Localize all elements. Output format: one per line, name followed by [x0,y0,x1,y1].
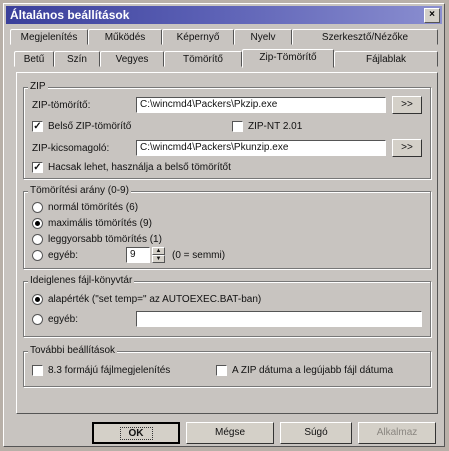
temp-group-legend: Ideiglenes fájl-könyvtár [28,275,135,286]
spin-up-icon[interactable]: ▲ [152,247,165,255]
ratio-normal-radio[interactable] [32,202,43,213]
tab-megjelenites[interactable]: Megjelenítés [10,29,88,45]
tab-kepernyo[interactable]: Képernyő [162,29,234,45]
temp-other-label: egyéb: [48,314,79,325]
tab-nyelv[interactable]: Nyelv [234,29,292,45]
tab-zip-tomorito[interactable]: Zip-Tömörítő [242,49,334,68]
close-button[interactable]: × [424,8,440,23]
zip-unpacker-field[interactable]: C:\wincmd4\Packers\Pkunzip.exe [136,140,386,156]
tab-szerkeszto-nezoke[interactable]: Szerkesztő/Nézőke [292,29,438,45]
tab-tomorito[interactable]: Tömörítő [164,51,242,67]
ratio-normal-label: normál tömörítés (6) [48,202,139,213]
zip-date-label: A ZIP dátuma a legújabb fájl dátuma [232,365,394,376]
zip-packer-browse-button[interactable]: >> [392,96,422,114]
window-title: Általános beállítások [10,8,130,22]
ratio-other-value[interactable]: 9 [126,247,150,263]
internal-zip-label: Belső ZIP-tömörítő [48,121,132,132]
zip-unpacker-browse-button[interactable]: >> [392,139,422,157]
tab-mukodes[interactable]: Működés [88,29,162,45]
ok-button-label: OK [119,427,153,440]
ratio-group-legend: Tömörítési arány (0-9) [28,185,131,196]
button-bar: OK Mégse Súgó Alkalmaz [16,418,438,446]
ratio-max-radio[interactable] [32,218,43,229]
ok-button[interactable]: OK [92,422,180,444]
ratio-max-label: maximális tömörítés (9) [48,218,152,229]
short-names-checkbox[interactable] [32,365,43,376]
ratio-spinner[interactable]: ▲ ▼ [152,247,165,263]
temp-other-field[interactable] [136,311,422,327]
ratio-fast-label: leggyorsabb tömörítés (1) [48,234,162,245]
tab-vegyes[interactable]: Vegyes [100,51,164,67]
zip-unpacker-label: ZIP-kicsomagoló: [32,143,110,154]
cancel-button[interactable]: Mégse [186,422,274,444]
tab-szin[interactable]: Szín [54,51,100,67]
help-button[interactable]: Súgó [280,422,352,444]
ratio-other-radio[interactable] [32,250,43,261]
tab-betu[interactable]: Betű [14,51,54,67]
temp-default-radio[interactable] [32,294,43,305]
zip-packer-label: ZIP-tömörítő: [32,100,91,111]
only-internal-checkbox[interactable]: ✓ [32,162,43,173]
zip-settings-panel: ZIP ZIP-tömörítő: C:\wincmd4\Packers\Pkz… [16,72,438,414]
temp-other-radio[interactable] [32,314,43,325]
internal-zip-checkbox[interactable]: ✓ [32,121,43,132]
more-group-legend: További beállítások [28,345,118,356]
zip-date-checkbox[interactable] [216,365,227,376]
ratio-fast-radio[interactable] [32,234,43,245]
more-group: További beállítások 8.3 formájú fájlmegj… [23,345,431,387]
zip-nt-checkbox[interactable] [232,121,243,132]
title-bar: Általános beállítások × [6,6,442,24]
spin-down-icon[interactable]: ▼ [152,255,165,263]
apply-button[interactable]: Alkalmaz [358,422,436,444]
ratio-other-label: egyéb: [48,250,79,261]
temp-group: Ideiglenes fájl-könyvtár alapérték ("set… [23,275,431,337]
tab-fajlablak[interactable]: Fájlablak [334,51,438,67]
temp-default-label: alapérték ("set temp=" az AUTOEXEC.BAT-b… [48,294,262,305]
zip-group-legend: ZIP [28,81,48,92]
settings-dialog: Általános beállítások × Megjelenítés Műk… [3,3,445,447]
zip-group: ZIP ZIP-tömörítő: C:\wincmd4\Packers\Pkz… [23,81,431,179]
ratio-group: Tömörítési arány (0-9) normál tömörítés … [23,185,431,269]
only-internal-label: Hacsak lehet, használja a belső tömörítő… [48,162,231,173]
short-names-label: 8.3 formájú fájlmegjelenítés [48,365,171,376]
ratio-other-hint: (0 = semmi) [172,250,226,261]
zip-nt-label: ZIP-NT 2.01 [248,121,303,132]
zip-packer-field[interactable]: C:\wincmd4\Packers\Pkzip.exe [136,97,386,113]
